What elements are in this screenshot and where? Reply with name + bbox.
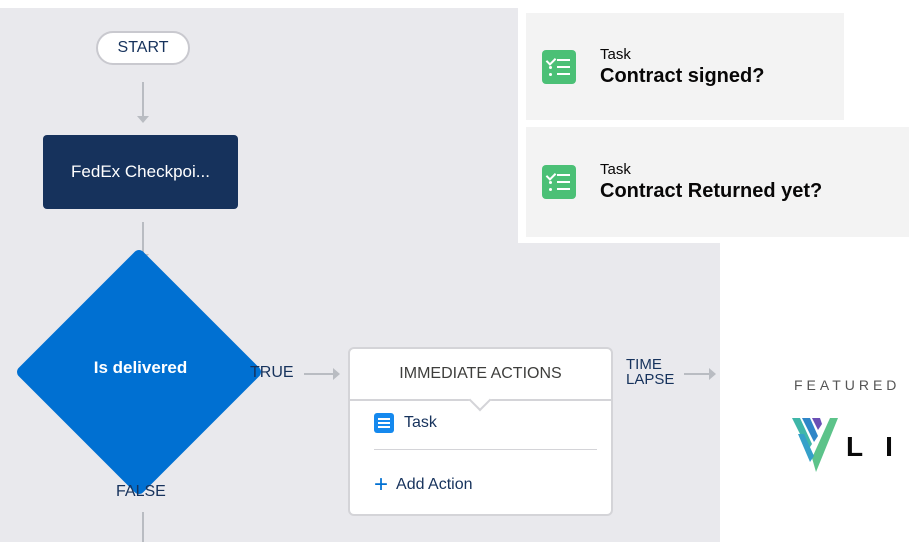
task-icon xyxy=(374,413,394,433)
action-item-label: Task xyxy=(404,414,437,431)
task-card-type: Task xyxy=(600,45,631,63)
add-action-button[interactable]: + Add Action xyxy=(374,471,473,498)
false-label: FALSE xyxy=(116,483,166,500)
connector-line xyxy=(142,82,144,117)
connector-arrow-icon xyxy=(333,368,340,380)
checkpoint-node[interactable]: FedEx Checkpoi... xyxy=(43,135,238,209)
connector-line xyxy=(684,373,710,375)
divider xyxy=(374,449,597,450)
connector-line xyxy=(142,512,144,542)
task-icon xyxy=(542,165,576,199)
task-card-title: Contract Returned yet? xyxy=(600,180,823,202)
connector-arrow-icon xyxy=(709,368,716,380)
connector-arrow-icon xyxy=(137,116,149,123)
true-label: TRUE xyxy=(250,364,294,381)
time-lapse-label: TIME LAPSE xyxy=(626,357,674,387)
start-node[interactable]: START xyxy=(96,31,190,65)
immediate-actions-panel: IMMEDIATE ACTIONS Task + Add Action xyxy=(348,347,613,516)
add-action-label: Add Action xyxy=(396,476,473,493)
time-lapse-line2: LAPSE xyxy=(626,371,675,388)
checkpoint-label: FedEx Checkpoi... xyxy=(71,162,210,181)
task-card-title: Contract signed? xyxy=(600,64,765,87)
brand-logo-icon xyxy=(792,418,838,472)
action-item-task[interactable]: Task xyxy=(374,413,437,433)
task-card[interactable]: Task Contract signed? xyxy=(526,13,844,120)
task-card[interactable]: Task Contract Returned yet? xyxy=(526,127,909,237)
top-strip xyxy=(0,0,909,8)
featured-label: FEATURED xyxy=(794,377,901,393)
task-card-type: Task xyxy=(600,161,631,178)
immediate-actions-header: IMMEDIATE ACTIONS xyxy=(350,349,611,412)
header-notch xyxy=(468,388,492,412)
time-lapse-line1: TIME xyxy=(626,356,662,373)
brand-logo-text: LI xyxy=(846,431,909,462)
plus-icon: + xyxy=(374,471,389,498)
task-icon xyxy=(542,49,576,84)
immediate-actions-title: IMMEDIATE ACTIONS xyxy=(399,365,562,382)
connector-line xyxy=(304,373,334,375)
start-label: START xyxy=(117,39,169,56)
decision-label: Is delivered xyxy=(93,358,188,377)
